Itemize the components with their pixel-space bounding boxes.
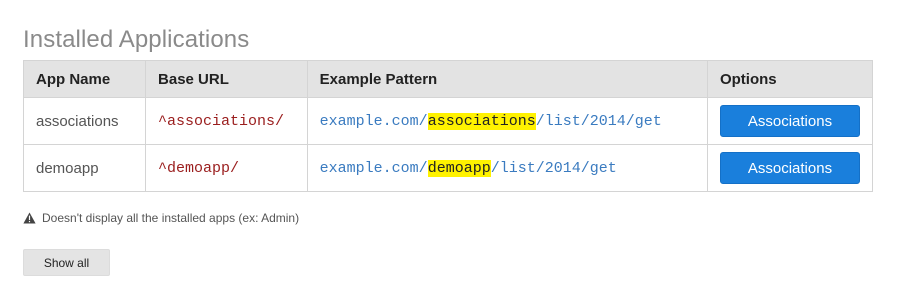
pattern-prefix: example.com/ <box>319 112 428 130</box>
pattern-suffix: /list/2014/get <box>535 112 662 130</box>
installed-apps-table: App Name Base URL Example Pattern Option… <box>22 60 874 192</box>
header-base-url: Base URL <box>145 60 308 98</box>
header-example-pattern: Example Pattern <box>306 60 708 98</box>
example-pattern-cell: example.com/associations/list/2014/get <box>306 97 708 145</box>
associations-button[interactable]: Associations <box>719 105 860 137</box>
warning-icon <box>23 212 36 224</box>
options-cell: Associations <box>706 144 874 192</box>
header-app-name: App Name <box>22 60 147 98</box>
pattern-suffix: /list/2014/get <box>490 159 617 177</box>
options-cell: Associations <box>706 97 874 145</box>
pattern-prefix: example.com/ <box>319 159 428 177</box>
table-row: associations ^associations/ example.com/… <box>22 97 874 145</box>
pattern-highlight: associations <box>427 112 536 130</box>
notice-text: Doesn't display all the installed apps (… <box>42 211 300 225</box>
page-title: Installed Applications <box>23 26 250 54</box>
header-options: Options <box>706 60 874 98</box>
example-pattern-cell: example.com/demoapp/list/2014/get <box>306 144 708 192</box>
associations-button[interactable]: Associations <box>719 152 860 184</box>
apps-notice: Doesn't display all the installed apps (… <box>23 211 299 225</box>
pattern-highlight: demoapp <box>427 159 491 177</box>
app-name-cell: demoapp <box>22 144 147 192</box>
show-all-button[interactable]: Show all <box>23 249 110 276</box>
base-url-cell: ^associations/ <box>145 97 308 145</box>
app-name-cell: associations <box>22 97 147 145</box>
table-header-row: App Name Base URL Example Pattern Option… <box>22 60 874 98</box>
base-url-cell: ^demoapp/ <box>145 144 308 192</box>
table-row: demoapp ^demoapp/ example.com/demoapp/li… <box>22 144 874 192</box>
